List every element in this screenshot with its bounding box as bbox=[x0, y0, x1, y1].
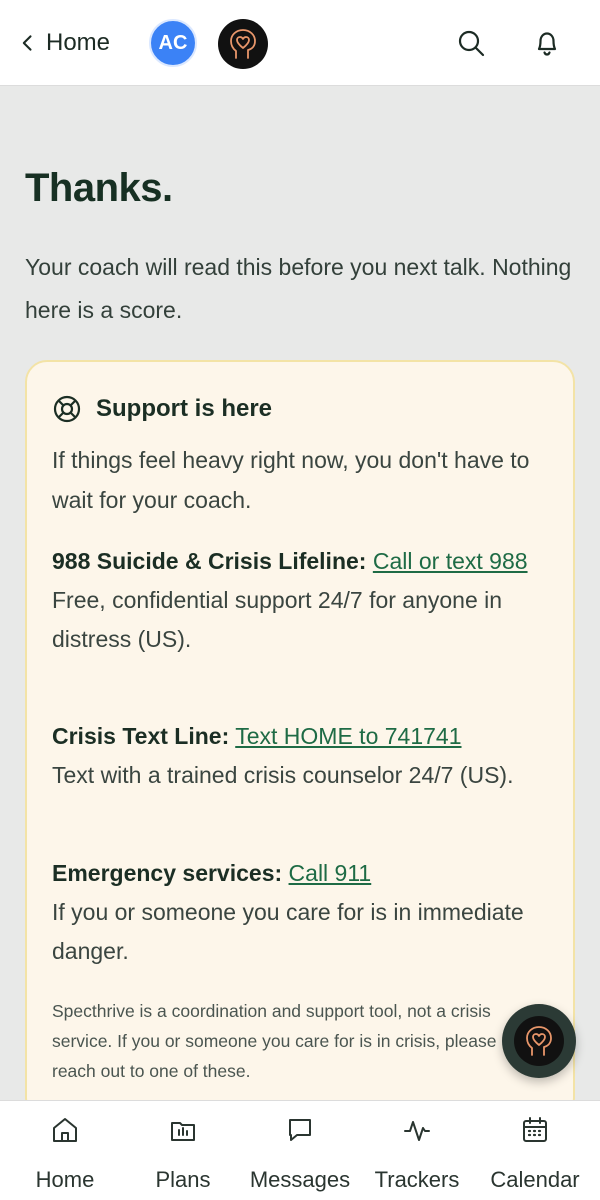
nav-label: Calendar bbox=[490, 1167, 580, 1192]
page-subtitle: Your coach will read this before you nex… bbox=[25, 254, 572, 323]
search-button[interactable] bbox=[452, 24, 490, 62]
coach-chat-button[interactable] bbox=[502, 1004, 576, 1078]
resource-crisis-text-line: Crisis Text Line: Text HOME to 741741 Te… bbox=[52, 717, 552, 795]
message-icon bbox=[289, 1119, 311, 1141]
resource-link-988[interactable]: Call or text 988 bbox=[373, 548, 528, 574]
calendar-icon bbox=[523, 1117, 547, 1142]
nav-item-plans[interactable]: Plans bbox=[152, 1115, 214, 1195]
nav-label: Home bbox=[35, 1167, 95, 1192]
resource-link-911[interactable]: Call 911 bbox=[289, 860, 372, 886]
nav-item-calendar[interactable]: Calendar bbox=[486, 1115, 584, 1195]
head-heart-icon bbox=[526, 1026, 552, 1056]
resource-description: Free, confidential support 24/7 for anyo… bbox=[52, 587, 503, 652]
nav-label: Messages bbox=[249, 1167, 351, 1192]
resource-label: Emergency services: bbox=[52, 860, 283, 886]
resource-label: 988 Suicide & Crisis Lifeline: bbox=[52, 548, 367, 574]
support-card-intro: If things feel heavy right now, you don'… bbox=[52, 447, 530, 513]
nav-label: Plans bbox=[155, 1167, 211, 1192]
page-title: Thanks. bbox=[25, 166, 173, 210]
top-bar: Home AC bbox=[0, 0, 600, 86]
support-card-title: Support is here bbox=[96, 395, 273, 422]
back-label: Home bbox=[46, 29, 111, 56]
fab-logo bbox=[514, 1016, 564, 1066]
back-button[interactable]: Home bbox=[18, 24, 110, 62]
support-card: Support is here If things feel heavy rig… bbox=[25, 360, 575, 1120]
head-heart-icon bbox=[230, 29, 256, 59]
activity-icon bbox=[404, 1121, 430, 1141]
app-logo bbox=[218, 19, 268, 69]
nav-label: Trackers bbox=[374, 1167, 460, 1192]
resource-description: Text with a trained crisis counselor 24/… bbox=[52, 762, 514, 788]
resource-emergency: Emergency services: Call 911 If you or s… bbox=[52, 854, 552, 971]
resource-link-text-home[interactable]: Text HOME to 741741 bbox=[235, 723, 461, 749]
nav-item-trackers[interactable]: Trackers bbox=[374, 1115, 460, 1195]
nav-item-messages[interactable]: Messages bbox=[248, 1115, 352, 1195]
support-disclaimer: Specthrive is a coordination and support… bbox=[52, 1001, 497, 1081]
resource-988: 988 Suicide & Crisis Lifeline: Call or t… bbox=[52, 542, 552, 659]
bell-icon bbox=[537, 32, 557, 56]
plans-icon bbox=[171, 1122, 195, 1141]
search-icon bbox=[458, 30, 485, 57]
support-card-header: Support is here bbox=[52, 394, 272, 424]
nav-item-home[interactable]: Home bbox=[34, 1115, 96, 1195]
notifications-button[interactable] bbox=[528, 24, 566, 62]
lifebuoy-icon bbox=[53, 395, 81, 423]
bottom-nav: Home Plans Messages Trackers Calendar bbox=[0, 1100, 600, 1200]
resource-label: Crisis Text Line: bbox=[52, 723, 230, 749]
resource-description: If you or someone you care for is in imm… bbox=[52, 899, 524, 964]
home-icon bbox=[53, 1118, 77, 1142]
chevron-left-icon bbox=[22, 35, 32, 51]
user-avatar[interactable]: AC bbox=[149, 19, 197, 67]
